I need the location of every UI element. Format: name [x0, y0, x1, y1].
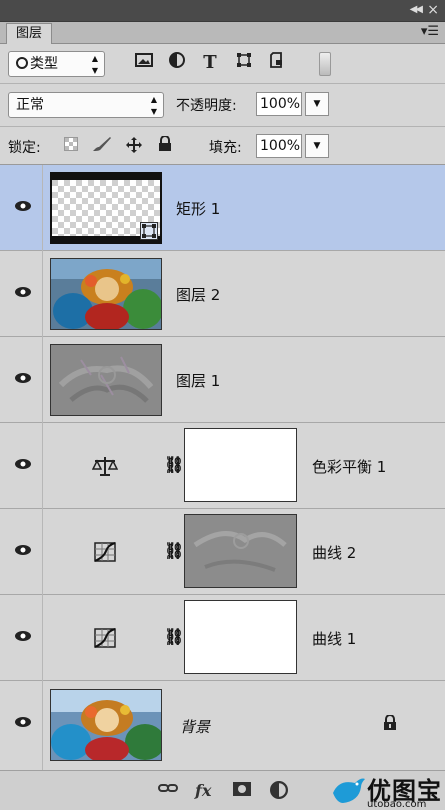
opacity-input[interactable]: 100%	[256, 92, 302, 116]
fill-input[interactable]: 100%	[256, 134, 302, 158]
layer-thumbnail[interactable]	[50, 344, 162, 416]
row-divider	[42, 251, 43, 337]
layer-row-layer-2[interactable]: 图层 2	[0, 251, 445, 337]
select-arrows-icon: ▲ ▼	[150, 95, 157, 116]
visibility-eye-icon[interactable]	[14, 715, 32, 729]
layer-thumbnail[interactable]	[50, 689, 162, 761]
layer-name[interactable]: 矩形 1	[176, 199, 220, 219]
type-filter-icon[interactable]: T	[199, 52, 221, 74]
layer-name[interactable]: 图层 2	[176, 285, 220, 305]
opacity-label: 不透明度:	[176, 98, 237, 114]
layer-thumbnail[interactable]	[50, 172, 162, 244]
layer-mask-thumbnail[interactable]	[184, 600, 297, 674]
mask-link-icon[interactable]: ⛓	[164, 541, 184, 560]
layer-mask-thumbnail[interactable]	[184, 514, 297, 588]
visibility-eye-icon[interactable]	[14, 629, 32, 643]
filter-row: 类型 ▲ ▼ T	[0, 44, 445, 84]
visibility-eye-icon[interactable]	[14, 285, 32, 299]
layer-mask-thumbnail[interactable]	[184, 428, 297, 502]
layer-row-curves-1[interactable]: ⛓ 曲线 1	[0, 595, 445, 681]
lock-row: 锁定: 填充: 100% ▼	[0, 127, 445, 165]
layer-row-curves-2[interactable]: ⛓ 曲线 2	[0, 509, 445, 595]
curves-icon[interactable]	[92, 541, 118, 563]
panel-menu-icon[interactable]: ▾☰	[421, 24, 439, 39]
row-divider	[42, 509, 43, 595]
lock-transparent-pixels-icon[interactable]	[61, 136, 81, 156]
filter-toggle-switch[interactable]	[319, 52, 331, 76]
festival-photo-thumbnail	[51, 690, 161, 760]
row-divider	[42, 595, 43, 681]
fill-label: 填充:	[209, 140, 242, 156]
mask-link-icon[interactable]: ⛓	[164, 627, 184, 646]
row-divider	[42, 423, 43, 509]
mask-link-icon[interactable]: ⛓	[164, 455, 184, 474]
layer-name[interactable]: 曲线 1	[312, 629, 356, 649]
balance-icon[interactable]	[92, 455, 118, 477]
shape-top-band	[52, 174, 160, 180]
layer-name[interactable]: 背景	[180, 717, 210, 737]
lock-image-pixels-icon[interactable]	[92, 136, 112, 156]
smart-object-filter-icon[interactable]	[266, 52, 288, 74]
visibility-eye-icon[interactable]	[14, 199, 32, 213]
new-adjustment-icon[interactable]	[270, 781, 288, 803]
lock-all-icon[interactable]	[155, 135, 175, 156]
layer-row-color-balance-1[interactable]: ⛓ 色彩平衡 1	[0, 423, 445, 509]
link-layers-icon[interactable]	[158, 781, 178, 799]
layer-row-rectangle-1[interactable]: 矩形 1	[0, 165, 445, 251]
layer-row-layer-1[interactable]: 图层 1	[0, 337, 445, 423]
row-divider	[42, 681, 43, 770]
adjustment-filter-icon[interactable]	[166, 52, 188, 74]
row-divider	[42, 337, 43, 423]
opacity-dropdown-button[interactable]: ▼	[305, 92, 329, 116]
layer-name[interactable]: 图层 1	[176, 371, 220, 391]
vector-shape-badge-icon	[140, 222, 158, 240]
visibility-eye-icon[interactable]	[14, 371, 32, 385]
textured-mask-pattern	[193, 531, 287, 572]
watermark-logo: 优图宝 utobao.com	[331, 771, 443, 810]
layer-thumbnail[interactable]	[50, 258, 162, 330]
layers-bottom-toolbar: fx 优图宝 utobao.com	[0, 770, 445, 810]
filter-type-select[interactable]: 类型 ▲ ▼	[8, 51, 105, 77]
image-filter-icon[interactable]	[133, 52, 155, 74]
blend-mode-select[interactable]: 正常 ▲ ▼	[8, 92, 164, 118]
search-icon	[16, 57, 28, 69]
highpass-photo-thumbnail	[51, 345, 161, 415]
layer-row-background[interactable]: 背景	[0, 681, 445, 770]
filter-type-label: 类型	[30, 56, 58, 72]
watermark-url: utobao.com	[367, 799, 427, 810]
festival-photo-thumbnail	[51, 259, 161, 329]
blend-row: 正常 ▲ ▼ 不透明度: 100% ▼	[0, 84, 445, 127]
panel-tab-row: 图层 ▾☰	[0, 22, 445, 45]
layers-list: 矩形 1 图层 2 图层 1 ⛓ 色彩平衡 1 ⛓ 曲线 2 ⛓ 曲线 1 背景	[0, 165, 445, 770]
collapse-icon[interactable]: ◀◀	[410, 4, 423, 15]
layer-name[interactable]: 曲线 2	[312, 543, 356, 563]
tab-layers[interactable]: 图层	[6, 23, 52, 45]
layer-lock-icon	[384, 715, 396, 730]
fx-button[interactable]: fx	[195, 781, 211, 800]
visibility-eye-icon[interactable]	[14, 543, 32, 557]
select-arrows-icon: ▲ ▼	[91, 54, 98, 75]
row-divider	[42, 165, 43, 251]
shape-filter-icon[interactable]	[233, 52, 255, 74]
add-mask-icon[interactable]	[232, 781, 252, 801]
lock-position-icon[interactable]	[124, 136, 144, 156]
panel-titlebar: ◀◀ ×	[0, 0, 445, 22]
lock-label: 锁定:	[8, 140, 41, 156]
visibility-eye-icon[interactable]	[14, 457, 32, 471]
fill-dropdown-button[interactable]: ▼	[305, 134, 329, 158]
layers-panel: 类型 ▲ ▼ T 正常 ▲ ▼ 不透明度: 100% ▼ 锁定: 填充: 100…	[0, 44, 445, 810]
close-icon[interactable]: ×	[427, 2, 439, 18]
layer-name[interactable]: 色彩平衡 1	[312, 457, 386, 477]
bird-logo-icon	[333, 778, 365, 803]
blend-mode-value: 正常	[16, 97, 44, 113]
curves-icon[interactable]	[92, 627, 118, 649]
